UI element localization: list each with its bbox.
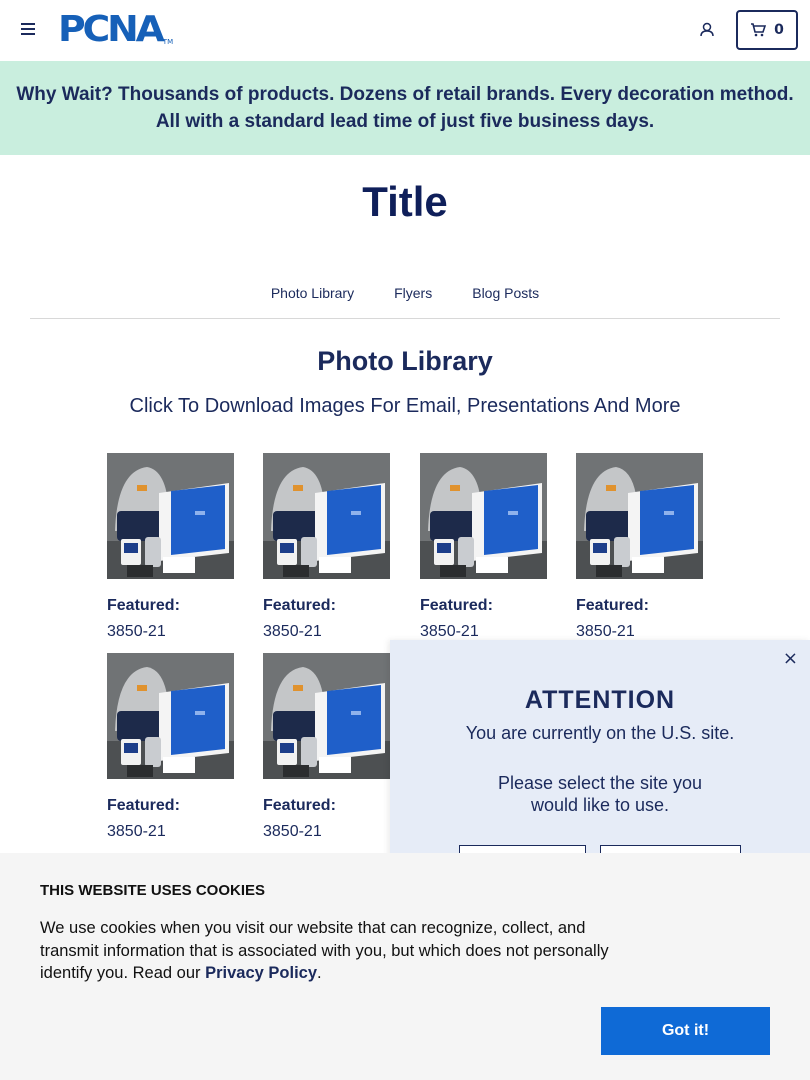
product-photo	[263, 453, 390, 579]
cookie-title: THIS WEBSITE USES COOKIES	[40, 882, 266, 899]
product-photo	[576, 453, 703, 579]
photo-sku: 3850-21	[263, 623, 322, 640]
cart-icon	[751, 23, 767, 37]
account-icon[interactable]	[699, 21, 717, 39]
photo-thumbnail[interactable]	[420, 453, 547, 579]
photo-card[interactable]: Featured: 3850-21	[263, 653, 390, 842]
photo-sku: 3850-21	[263, 823, 322, 840]
privacy-policy-link[interactable]: Privacy Policy	[205, 964, 317, 982]
photo-label: Featured:	[263, 797, 336, 814]
product-photo	[107, 453, 234, 579]
photo-sku: 3850-21	[107, 623, 166, 640]
attention-current-site: You are currently on the U.S. site.	[465, 723, 735, 743]
content-tabs: Photo Library Flyers Blog Posts	[30, 283, 780, 319]
photo-thumbnail[interactable]	[263, 653, 390, 779]
cookie-banner: THIS WEBSITE USES COOKIES We use cookies…	[0, 853, 810, 1080]
product-photo	[263, 653, 390, 779]
cookie-end: .	[317, 964, 322, 982]
photo-thumbnail[interactable]	[107, 453, 234, 579]
photo-thumbnail[interactable]	[576, 453, 703, 579]
promo-banner: Why Wait? Thousands of products. Dozens …	[0, 61, 810, 155]
photo-sku: 3850-21	[576, 623, 635, 640]
photo-card[interactable]: Featured: 3850-21	[107, 653, 234, 842]
logo-text: PCNA	[58, 9, 165, 50]
pcna-logo[interactable]: PCNA TM	[58, 9, 174, 50]
cart-count: 0	[774, 22, 784, 38]
banner-lead: Why Wait?	[16, 84, 113, 105]
section-title: Photo Library	[317, 346, 493, 376]
photo-thumbnail[interactable]	[107, 653, 234, 779]
site-header: PCNA TM 0	[0, 0, 810, 60]
menu-icon[interactable]	[21, 23, 35, 35]
cookie-text: We use cookies when you visit our websit…	[40, 917, 620, 985]
cookie-body: We use cookies when you visit our websit…	[40, 919, 609, 982]
section-subtitle: Click To Download Images For Email, Pres…	[129, 395, 681, 417]
banner-text: Why Wait? Thousands of products. Dozens …	[12, 81, 798, 135]
site-selector-popup: × ATTENTION You are currently on the U.S…	[390, 640, 810, 885]
photo-card[interactable]: Featured: 3850-21	[107, 453, 234, 642]
photo-label: Featured:	[576, 597, 649, 614]
photo-card[interactable]: Featured: 3850-21	[576, 453, 703, 642]
tab-photo-library[interactable]: Photo Library	[251, 283, 374, 318]
photo-sku: 3850-21	[420, 623, 479, 640]
tab-flyers[interactable]: Flyers	[374, 283, 452, 318]
page-title: Title	[362, 178, 448, 225]
attention-title: ATTENTION	[524, 686, 676, 714]
photo-label: Featured:	[107, 797, 180, 814]
product-photo	[107, 653, 234, 779]
cart-button[interactable]: 0	[736, 10, 798, 50]
logo-trademark: TM	[162, 38, 174, 46]
photo-label: Featured:	[107, 597, 180, 614]
accept-cookies-button[interactable]: Got it!	[601, 1007, 770, 1055]
photo-label: Featured:	[263, 597, 336, 614]
photo-thumbnail[interactable]	[263, 453, 390, 579]
close-icon[interactable]: ×	[783, 648, 798, 669]
photo-label: Featured:	[420, 597, 493, 614]
tab-blog-posts[interactable]: Blog Posts	[452, 283, 559, 318]
photo-card[interactable]: Featured: 3850-21	[263, 453, 390, 642]
photo-card[interactable]: Featured: 3850-21	[420, 453, 547, 642]
attention-instruction: Please select the site you would like to…	[497, 773, 703, 815]
product-photo	[420, 453, 547, 579]
banner-body: Thousands of products. Dozens of retail …	[112, 84, 794, 132]
photo-sku: 3850-21	[107, 823, 166, 840]
